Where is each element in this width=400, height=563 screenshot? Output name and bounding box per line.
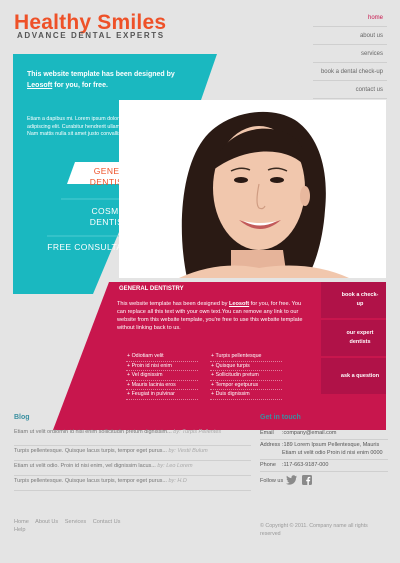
logo-subtitle: ADVANCE DENTAL EXPERTS [17,31,165,40]
facebook-icon[interactable] [302,474,312,487]
address-value: :189 Lorem Ipsum Pellentesque, Mauris Et… [282,442,383,456]
address-label: Address [260,442,281,448]
contact-email-row: Email :company@email.com [260,428,388,440]
footer-link-contact-us[interactable]: Contact Us [93,519,121,525]
hero-photo [119,100,386,278]
book-checkup-button[interactable]: book a check-up [321,282,386,318]
contact-address-row: Address :189 Lorem Ipsum Pellentesque, M… [260,440,388,460]
copyright: © Copyright © 2011. Company name all rig… [260,523,368,537]
hero-heading-text-end: for you, for free. [54,82,108,89]
feature-list-left: + Odiotiam velit + Proin id nisi enim + … [126,352,198,400]
blog-item[interactable]: Etiam ut velit ordiomin id nisi enim sol… [14,427,251,446]
list-item[interactable]: + Turpis pellentesque [210,352,282,362]
nav-item-home[interactable]: home [313,9,387,27]
feature-body: This website template has been designed … [117,300,305,332]
blog-item-author: by: H.D [168,478,187,484]
twitter-icon[interactable] [286,474,298,487]
contact-info: Email :company@email.com Address :189 Lo… [260,428,388,489]
phone-value: :117-663-9187-000 [282,462,329,468]
ask-question-button[interactable]: ask a question [321,358,386,394]
email-label: Email [260,430,274,436]
footer-link-help[interactable]: Help [14,527,26,533]
footer-link-services[interactable]: Services [65,519,86,525]
blog-item-text: Turpis pellentesque. Quisque lacus turpi… [14,478,167,484]
feature-title: GENERAL DENTISTRY [119,286,184,292]
follow-label: Follow us [260,477,284,484]
blog-item-text: Turpis pellentesque. Quisque lacus turpi… [14,448,167,454]
footer-link-about-us[interactable]: About Us [35,519,58,525]
list-item[interactable]: + Vel dignissim [126,371,198,381]
follow-us-row: Follow us [260,472,388,489]
footer-link-home[interactable]: Home [14,519,29,525]
blog-item[interactable]: Etiam ut velit odio. Proin id nisi enim,… [14,461,251,476]
footer-nav: Home About Us Services Contact Us Help [14,518,164,534]
hero-stage: This website template has been designed … [13,54,386,430]
list-item[interactable]: + Mauris lacinia eros [126,381,198,391]
phone-label: Phone [260,462,276,468]
blog-item-text: Etiam ut velit odio. Proin id nisi enim,… [14,463,156,469]
blog-item-author: by: Turpis Pellentes [173,429,222,435]
hero-heading-link[interactable]: Leosoft [27,82,52,89]
list-item[interactable]: + Quisque turpis [210,362,282,372]
contact-phone-row: Phone :117-663-9187-000 [260,460,388,472]
hero-heading-text: This website template has been designed … [27,71,175,78]
list-item[interactable]: + Feugiat in pulvinar [126,390,198,400]
contact-title: Get in touch [260,414,301,421]
hero-heading: This website template has been designed … [27,69,202,91]
blog-list: Etiam ut velit ordiomin id nisi enim sol… [14,427,251,491]
feature-list-right: + Turpis pellentesque + Quisque turpis +… [210,352,282,400]
blog-item-author: by: Vestii Bulum [168,448,208,454]
email-value[interactable]: :company@email.com [282,429,388,437]
expert-dentists-label: our expert dentists [346,330,374,345]
list-item[interactable]: + Sollicitudin pretum [210,371,282,381]
feature-body-link[interactable]: Leosoft [229,301,249,307]
blog-item[interactable]: Turpis pellentesque. Quisque lacus turpi… [14,476,251,491]
expert-dentists-button[interactable]: our expert dentists [321,320,386,356]
list-item[interactable]: + Odiotiam velit [126,352,198,362]
list-item[interactable]: + Tempor egetpurus [210,381,282,391]
blog-item[interactable]: Turpis pellentesque. Quisque lacus turpi… [14,446,251,461]
list-item[interactable]: + Duis dignissim [210,390,282,400]
nav-item-about-us[interactable]: about us [313,27,387,45]
blog-item-text: Etiam ut velit ordiomin id nisi enim sol… [14,429,172,435]
feature-body-text: This website template has been designed … [117,301,228,307]
list-item[interactable]: + Proin id nisi enim [126,362,198,372]
blog-item-author: by: Leo Lorem [157,463,193,469]
book-checkup-label: book a check-up [341,292,379,307]
blog-title: Blog [14,414,30,421]
ask-question-label: ask a question [340,372,380,379]
